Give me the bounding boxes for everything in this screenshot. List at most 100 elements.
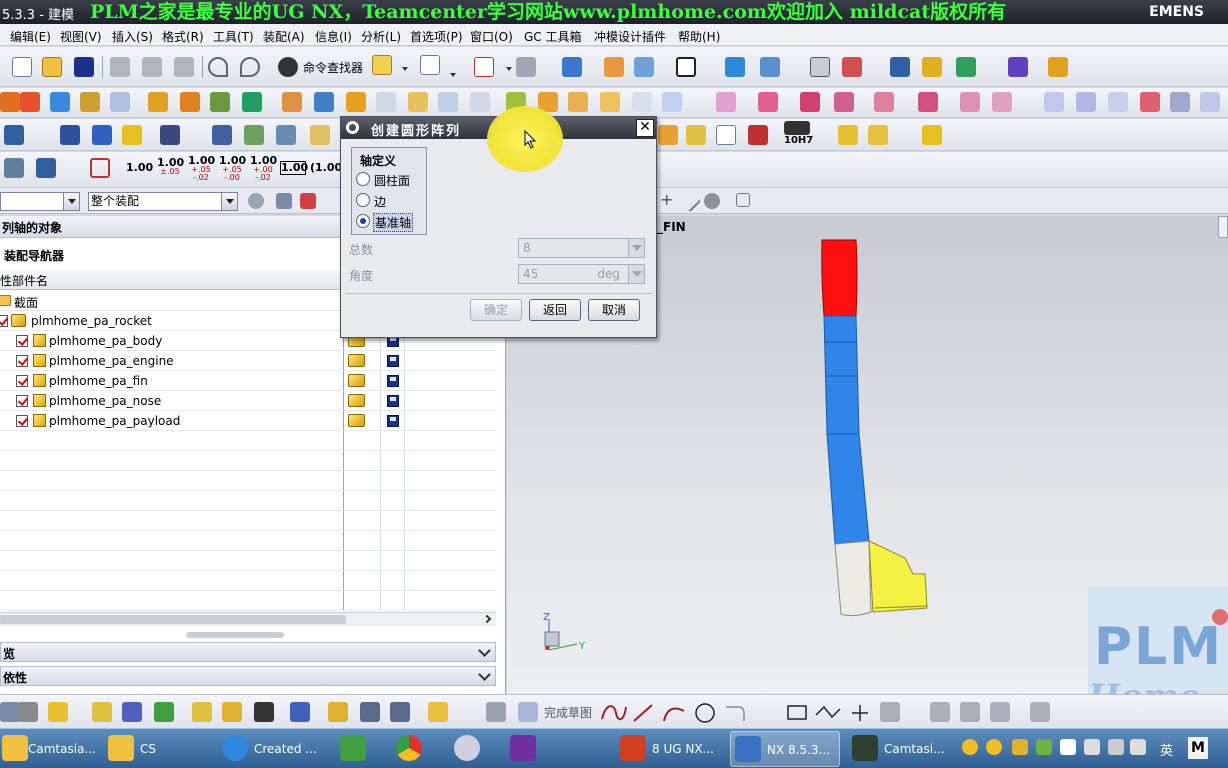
tree-row-part[interactable]: plmhome_pa_payload	[0, 411, 496, 431]
bolt-icon[interactable]	[92, 125, 112, 145]
surface-icon[interactable]	[758, 92, 778, 112]
scrollbar-thumb[interactable]	[0, 615, 346, 624]
wave-icon[interactable]	[276, 125, 296, 145]
layer-icon[interactable]	[604, 57, 624, 77]
fit-icon[interactable]	[784, 121, 810, 135]
ruled-icon[interactable]	[1076, 92, 1096, 112]
visibility-checkbox[interactable]	[16, 355, 28, 367]
menu-die-plugin[interactable]: 冲模设计插件	[594, 28, 666, 45]
selection-scope-select[interactable]: 整个装配	[88, 192, 238, 211]
tube-icon[interactable]	[568, 92, 588, 112]
undo-icon[interactable]	[208, 57, 228, 77]
clearance-icon[interactable]	[310, 125, 330, 145]
corner-icon[interactable]	[990, 702, 1010, 722]
block-icon[interactable]	[50, 92, 70, 112]
total-count-input[interactable]: 8	[518, 238, 645, 258]
delete-face-icon[interactable]	[834, 92, 854, 112]
line-icon[interactable]	[678, 189, 702, 213]
subassembly-icon[interactable]	[222, 702, 242, 722]
tray-app-icon[interactable]	[1012, 739, 1028, 755]
package-icon[interactable]	[428, 702, 448, 722]
menu-window[interactable]: 窗口(O)	[470, 28, 513, 45]
ok-button[interactable]: 确定	[470, 299, 522, 321]
column-part-name[interactable]: 性部件名	[0, 272, 48, 289]
edit-icon[interactable]	[890, 57, 910, 77]
bridge-icon[interactable]	[1170, 92, 1190, 112]
visibility-checkbox[interactable]	[16, 375, 28, 387]
chevron-down-icon[interactable]	[450, 73, 456, 77]
add-component-icon[interactable]	[372, 55, 392, 75]
datum-icon[interactable]	[36, 158, 56, 178]
spring-icon[interactable]	[60, 125, 80, 145]
chamfer-icon[interactable]	[376, 92, 396, 112]
grid-select-icon[interactable]	[736, 193, 750, 207]
task-ie[interactable]: Created ...	[218, 731, 322, 767]
chevron-down-icon[interactable]	[628, 265, 644, 283]
tolerance-value-reference[interactable]: (1.00)	[310, 162, 347, 173]
mirror-curve-icon[interactable]	[1030, 702, 1050, 722]
tolerance-value-1[interactable]: 1.00	[126, 162, 153, 173]
qq-icon[interactable]	[986, 739, 1002, 755]
pattern-icon[interactable]	[210, 92, 230, 112]
attach-icon[interactable]	[328, 702, 348, 722]
replace-face-icon[interactable]	[800, 92, 820, 112]
offset-face-icon[interactable]	[470, 92, 490, 112]
menu-preferences[interactable]: 首选项(P)	[410, 28, 463, 45]
groove-icon[interactable]	[632, 92, 652, 112]
snap-icon[interactable]	[922, 57, 942, 77]
new-component-icon[interactable]	[922, 125, 942, 145]
visibility-checkbox[interactable]	[16, 335, 28, 347]
measure-icon[interactable]	[1048, 57, 1068, 77]
shaded-cube-icon[interactable]	[562, 57, 582, 77]
menu-format[interactable]: 格式(R)	[162, 28, 204, 45]
select-mode-icon[interactable]	[276, 193, 292, 209]
hide-icon[interactable]	[290, 702, 310, 722]
chevron-down-icon[interactable]	[402, 67, 408, 71]
menu-insert[interactable]: 插入(S)	[112, 28, 153, 45]
parts-icon[interactable]	[192, 702, 212, 722]
grid-icon[interactable]	[1008, 57, 1028, 77]
quick-extend-icon[interactable]	[960, 702, 980, 722]
ime-indicator[interactable]: 英	[1160, 740, 1173, 759]
tolerance-value-4[interactable]: 1.00 +.05 -.00	[219, 155, 246, 182]
table-icon[interactable]	[810, 57, 830, 77]
menu-assembly[interactable]: 装配(A)	[263, 28, 305, 45]
move-face-icon[interactable]	[874, 92, 894, 112]
payload-section[interactable]	[823, 315, 860, 435]
chevron-down-icon[interactable]	[506, 67, 512, 71]
constraint-icon[interactable]	[122, 702, 142, 722]
washer-icon[interactable]	[122, 125, 142, 145]
extrude-icon[interactable]	[0, 92, 20, 112]
new-file-icon[interactable]	[12, 57, 32, 77]
section-preview-header[interactable]: 览	[0, 642, 496, 662]
emboss-icon[interactable]	[662, 92, 682, 112]
combine-icon[interactable]	[242, 92, 262, 112]
visibility-checkbox[interactable]	[0, 315, 8, 327]
split-icon[interactable]	[314, 92, 334, 112]
wcs-icon[interactable]	[725, 57, 745, 77]
menu-gc-toolbox[interactable]: GC 工具箱	[524, 28, 582, 45]
drawing-icon[interactable]	[716, 125, 736, 145]
tree-row-part[interactable]: plmhome_pa_nose	[0, 391, 496, 411]
draft-icon[interactable]	[438, 92, 458, 112]
tree-row-part[interactable]: plmhome_pa_engine	[0, 351, 496, 371]
task-monitor[interactable]	[336, 731, 376, 767]
task-visual-studio[interactable]	[506, 731, 546, 767]
cylinder-icon[interactable]	[80, 92, 100, 112]
redo-icon[interactable]	[240, 57, 260, 77]
shell-icon[interactable]	[408, 92, 428, 112]
task-camtasia[interactable]: Camtasia...	[2, 731, 96, 767]
angle-input[interactable]: 45 deg	[518, 264, 645, 284]
qq-icon[interactable]	[962, 739, 978, 755]
sketch-plane-icon[interactable]	[18, 702, 38, 722]
move-component-icon[interactable]	[92, 702, 112, 722]
task-camtasia-recorder[interactable]: Camtasi...	[848, 731, 948, 767]
volume-icon[interactable]	[1108, 739, 1124, 755]
cut-icon[interactable]	[110, 57, 130, 77]
move-object-icon[interactable]	[760, 57, 780, 77]
gear-pair-icon[interactable]	[686, 125, 706, 145]
gear-icon[interactable]	[346, 121, 359, 134]
menu-edit[interactable]: 编辑(E)	[10, 28, 51, 45]
styled-blend-icon[interactable]	[1200, 92, 1220, 112]
mirror-face-icon[interactable]	[992, 92, 1012, 112]
